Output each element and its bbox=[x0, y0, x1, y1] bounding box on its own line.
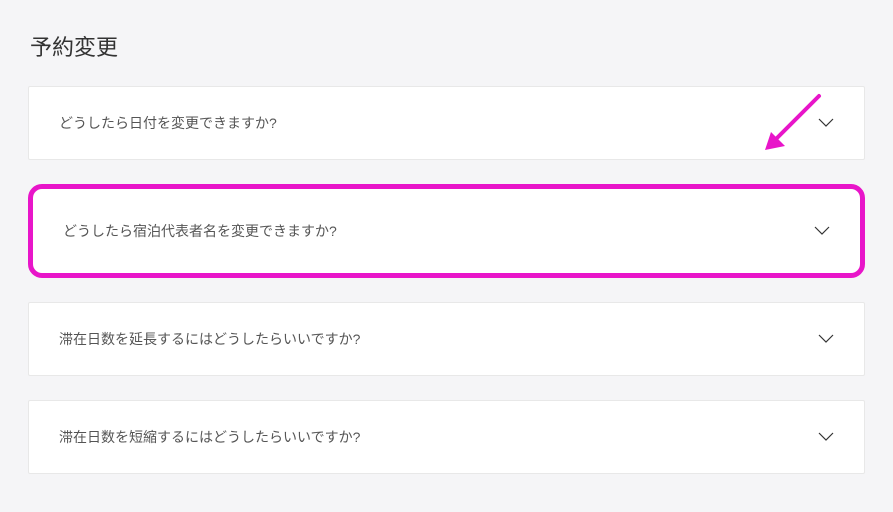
faq-item-label: どうしたら宿泊代表者名を変更できますか? bbox=[63, 221, 337, 241]
faq-item-shorten-stay[interactable]: 滞在日数を短縮するにはどうしたらいいですか? bbox=[28, 400, 865, 474]
chevron-down-icon bbox=[818, 118, 834, 128]
faq-item-change-guest-name[interactable]: どうしたら宿泊代表者名を変更できますか? bbox=[28, 184, 865, 278]
chevron-down-icon bbox=[818, 432, 834, 442]
chevron-down-icon bbox=[814, 226, 830, 236]
faq-item-label: 滞在日数を短縮するにはどうしたらいいですか? bbox=[59, 427, 360, 447]
section-title: 予約変更 bbox=[28, 30, 865, 62]
faq-item-label: 滞在日数を延長するにはどうしたらいいですか? bbox=[59, 329, 360, 349]
faq-item-extend-stay[interactable]: 滞在日数を延長するにはどうしたらいいですか? bbox=[28, 302, 865, 376]
faq-item-label: どうしたら日付を変更できますか? bbox=[59, 113, 277, 133]
chevron-down-icon bbox=[818, 334, 834, 344]
faq-accordion-list: どうしたら日付を変更できますか? どうしたら宿泊代表者名を変更できますか? 滞在… bbox=[28, 86, 865, 474]
faq-item-change-date[interactable]: どうしたら日付を変更できますか? bbox=[28, 86, 865, 160]
